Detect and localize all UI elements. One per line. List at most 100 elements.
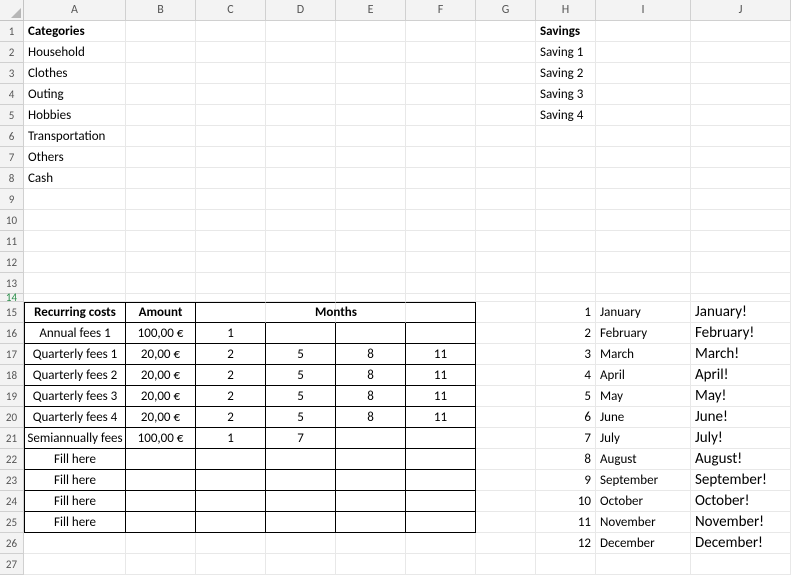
cell-I26[interactable]: December bbox=[596, 533, 691, 554]
cell-H18[interactable]: 4 bbox=[536, 365, 596, 386]
cell-I8[interactable] bbox=[596, 168, 691, 189]
cell-D6[interactable] bbox=[266, 126, 336, 147]
row-header-8[interactable]: 8 bbox=[0, 168, 24, 189]
cell-D11[interactable] bbox=[266, 231, 336, 252]
cell-E19[interactable]: 8 bbox=[336, 386, 406, 407]
cell-G8[interactable] bbox=[476, 168, 536, 189]
cell-A23[interactable]: Fill here bbox=[24, 470, 126, 491]
cell-G7[interactable] bbox=[476, 147, 536, 168]
row-header-26[interactable]: 26 bbox=[0, 533, 24, 554]
cell-I25[interactable]: November bbox=[596, 512, 691, 533]
cell-E10[interactable] bbox=[336, 210, 406, 231]
cell-J24[interactable]: October! bbox=[691, 491, 791, 512]
cell-F1[interactable] bbox=[406, 21, 476, 42]
cell-I6[interactable] bbox=[596, 126, 691, 147]
cell-B17[interactable]: 20,00 € bbox=[126, 344, 196, 365]
row-header-6[interactable]: 6 bbox=[0, 126, 24, 147]
cell-A6[interactable]: Transportation bbox=[24, 126, 126, 147]
cell-I1[interactable] bbox=[596, 21, 691, 42]
cell-D8[interactable] bbox=[266, 168, 336, 189]
cell-E27[interactable] bbox=[336, 554, 406, 575]
cell-E12[interactable] bbox=[336, 252, 406, 273]
cell-A15[interactable]: Recurring costs bbox=[24, 302, 126, 323]
row-header-2[interactable]: 2 bbox=[0, 42, 24, 63]
cell-H25[interactable]: 11 bbox=[536, 512, 596, 533]
cell-G19[interactable] bbox=[476, 386, 536, 407]
row-header-23[interactable]: 23 bbox=[0, 470, 24, 491]
cell-B13[interactable] bbox=[126, 273, 196, 294]
cell-C14[interactable] bbox=[196, 294, 266, 302]
cell-A1[interactable]: Categories bbox=[24, 21, 126, 42]
row-header-18[interactable]: 18 bbox=[0, 365, 24, 386]
cell-B1[interactable] bbox=[126, 21, 196, 42]
cell-F12[interactable] bbox=[406, 252, 476, 273]
cell-B15[interactable]: Amount bbox=[126, 302, 196, 323]
cell-H20[interactable]: 6 bbox=[536, 407, 596, 428]
cell-D22[interactable] bbox=[266, 449, 336, 470]
cell-D21[interactable]: 7 bbox=[266, 428, 336, 449]
cell-A18[interactable]: Quarterly fees 2 bbox=[24, 365, 126, 386]
cell-J14[interactable] bbox=[691, 294, 791, 302]
cell-H9[interactable] bbox=[536, 189, 596, 210]
cell-E18[interactable]: 8 bbox=[336, 365, 406, 386]
cell-G3[interactable] bbox=[476, 63, 536, 84]
row-header-15[interactable]: 15 bbox=[0, 302, 24, 323]
cell-D10[interactable] bbox=[266, 210, 336, 231]
cell-A13[interactable] bbox=[24, 273, 126, 294]
cell-C11[interactable] bbox=[196, 231, 266, 252]
cell-E8[interactable] bbox=[336, 168, 406, 189]
cell-F20[interactable]: 11 bbox=[406, 407, 476, 428]
cell-B10[interactable] bbox=[126, 210, 196, 231]
cell-C22[interactable] bbox=[196, 449, 266, 470]
cell-C5[interactable] bbox=[196, 105, 266, 126]
cell-A16[interactable]: Annual fees 1 bbox=[24, 323, 126, 344]
cell-H19[interactable]: 5 bbox=[536, 386, 596, 407]
row-header-21[interactable]: 21 bbox=[0, 428, 24, 449]
cell-J17[interactable]: March! bbox=[691, 344, 791, 365]
cell-I17[interactable]: March bbox=[596, 344, 691, 365]
cell-C8[interactable] bbox=[196, 168, 266, 189]
cell-J5[interactable] bbox=[691, 105, 791, 126]
cell-E6[interactable] bbox=[336, 126, 406, 147]
cell-B11[interactable] bbox=[126, 231, 196, 252]
cell-H2[interactable]: Saving 1 bbox=[536, 42, 596, 63]
cell-J15[interactable]: January! bbox=[691, 302, 791, 323]
cell-A25[interactable]: Fill here bbox=[24, 512, 126, 533]
col-header-H[interactable]: H bbox=[536, 0, 596, 21]
cell-C25[interactable] bbox=[196, 512, 266, 533]
cell-G17[interactable] bbox=[476, 344, 536, 365]
cell-B9[interactable] bbox=[126, 189, 196, 210]
cell-H16[interactable]: 2 bbox=[536, 323, 596, 344]
row-header-7[interactable]: 7 bbox=[0, 147, 24, 168]
cell-I9[interactable] bbox=[596, 189, 691, 210]
cell-E3[interactable] bbox=[336, 63, 406, 84]
cell-B21[interactable]: 100,00 € bbox=[126, 428, 196, 449]
cell-D4[interactable] bbox=[266, 84, 336, 105]
cell-F21[interactable] bbox=[406, 428, 476, 449]
cell-J18[interactable]: April! bbox=[691, 365, 791, 386]
cell-J21[interactable]: July! bbox=[691, 428, 791, 449]
cell-A19[interactable]: Quarterly fees 3 bbox=[24, 386, 126, 407]
cell-G26[interactable] bbox=[476, 533, 536, 554]
cell-E17[interactable]: 8 bbox=[336, 344, 406, 365]
cell-A7[interactable]: Others bbox=[24, 147, 126, 168]
cell-E5[interactable] bbox=[336, 105, 406, 126]
cell-I10[interactable] bbox=[596, 210, 691, 231]
cell-F7[interactable] bbox=[406, 147, 476, 168]
cell-D3[interactable] bbox=[266, 63, 336, 84]
cell-A2[interactable]: Household bbox=[24, 42, 126, 63]
cell-C20[interactable]: 2 bbox=[196, 407, 266, 428]
cell-G5[interactable] bbox=[476, 105, 536, 126]
cell-H12[interactable] bbox=[536, 252, 596, 273]
cell-B7[interactable] bbox=[126, 147, 196, 168]
cell-G24[interactable] bbox=[476, 491, 536, 512]
cell-C2[interactable] bbox=[196, 42, 266, 63]
cell-I13[interactable] bbox=[596, 273, 691, 294]
cell-J10[interactable] bbox=[691, 210, 791, 231]
cell-J4[interactable] bbox=[691, 84, 791, 105]
cell-A21[interactable]: Semiannually fees bbox=[24, 428, 126, 449]
cell-I3[interactable] bbox=[596, 63, 691, 84]
cell-I18[interactable]: April bbox=[596, 365, 691, 386]
cell-F16[interactable] bbox=[406, 323, 476, 344]
cell-A20[interactable]: Quarterly fees 4 bbox=[24, 407, 126, 428]
